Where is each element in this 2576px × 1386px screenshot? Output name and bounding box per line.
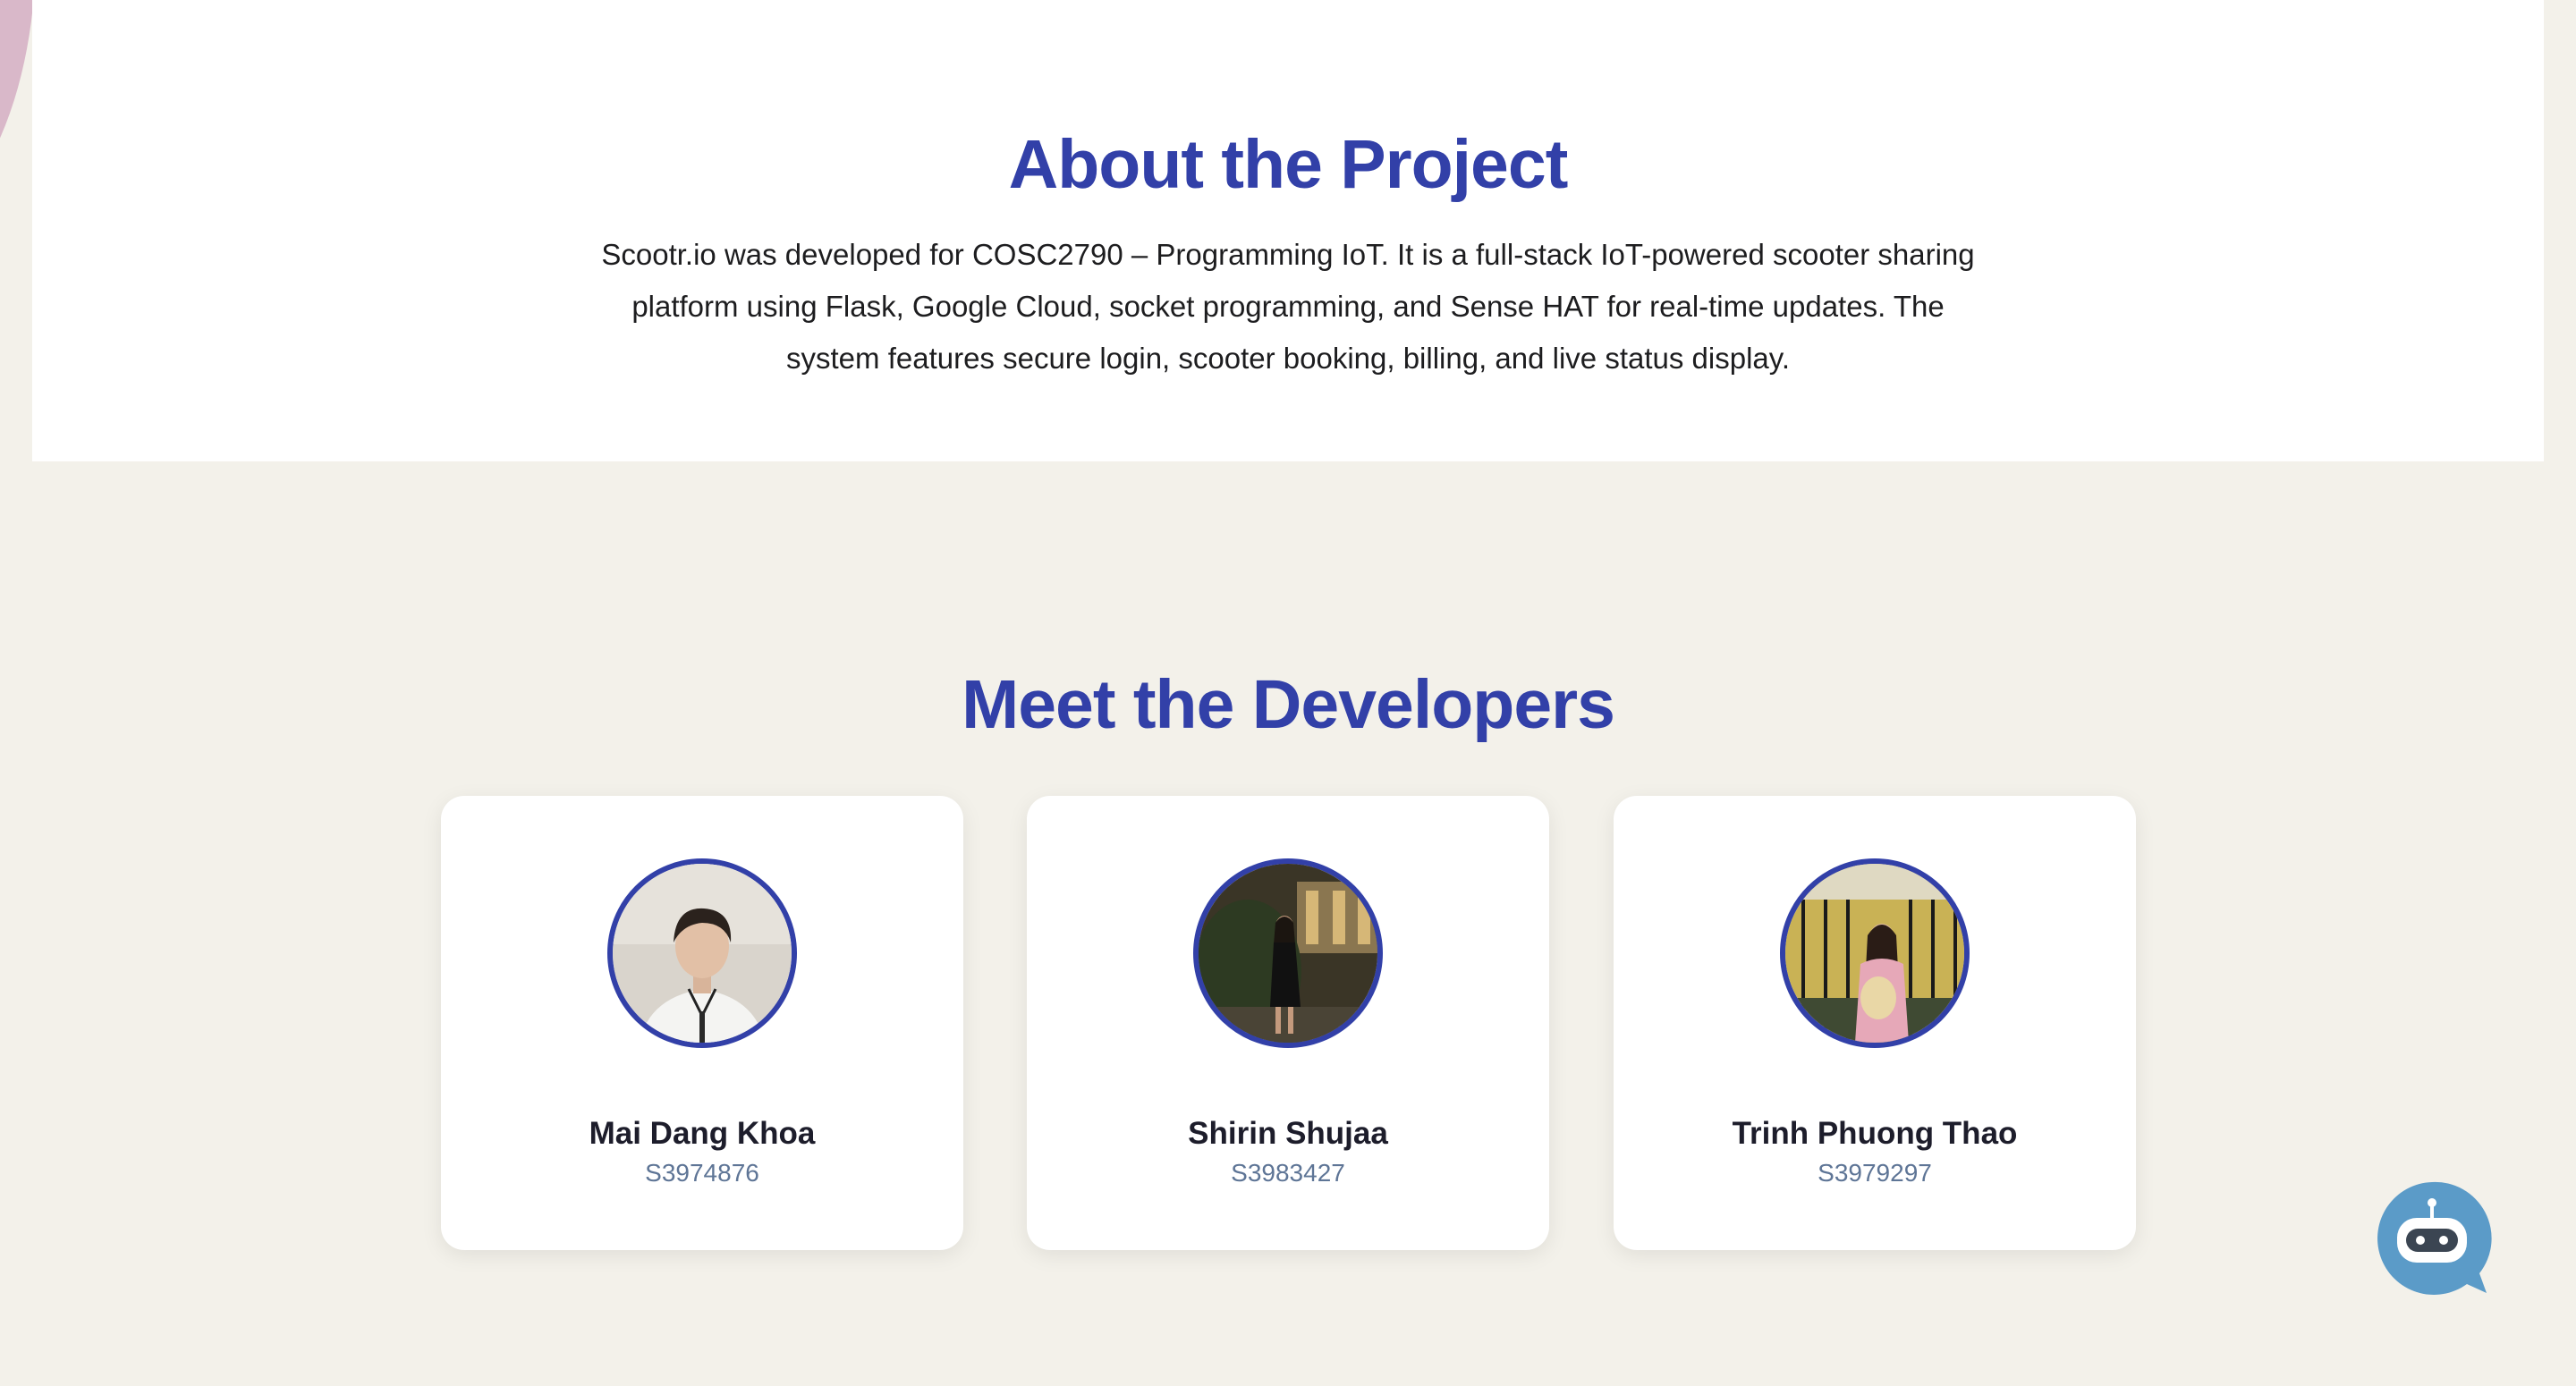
developer-student-id: S3974876 [645,1159,759,1187]
developer-name: Shirin Shujaa [1188,1116,1388,1151]
about-section: About the Project Scootr.io was develope… [32,0,2544,461]
developer-student-id: S3979297 [1818,1159,1932,1187]
about-description: Scootr.io was developed for COSC2790 – P… [601,238,1975,375]
robot-icon [2377,1181,2492,1295]
developer-card: Mai Dang Khoa S3974876 [441,796,963,1250]
developer-photo [613,864,792,1043]
developer-photo [1199,864,1377,1043]
developer-card: Shirin Shujaa S3983427 [1027,796,1549,1250]
developer-name: Trinh Phuong Thao [1732,1116,2018,1151]
about-title: About the Project [1008,126,1569,203]
developer-student-id: S3983427 [1231,1159,1345,1187]
developer-name: Mai Dang Khoa [589,1116,816,1151]
developer-avatar [1193,858,1383,1048]
developer-avatar [1780,858,1970,1048]
developers-title: Meet the Developers [962,666,1615,743]
developer-photo [1785,864,1964,1043]
developer-card: Trinh Phuong Thao S3979297 [1614,796,2136,1250]
chatbot-button[interactable] [2372,1179,2492,1298]
decorative-blob [0,0,36,241]
developer-avatar [607,858,797,1048]
page: About the Project Scootr.io was develope… [0,0,2576,1386]
